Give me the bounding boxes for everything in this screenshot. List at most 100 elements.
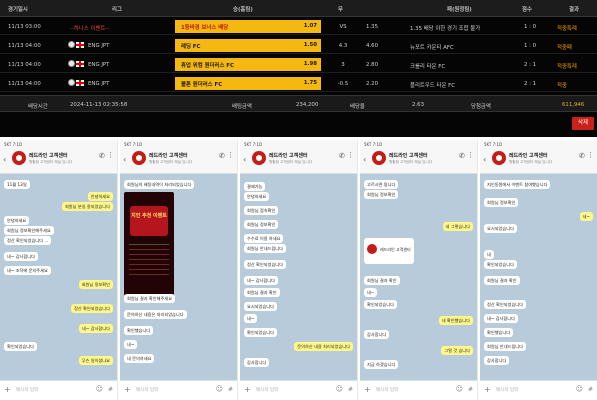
chat-screenshot: 5KT 7:1D ‹ 레드라인 고객센터 원할한 고객센터 채널 입니다 ✆ ⋮ 레드라인 … xyxy=(360,140,478,400)
phone-icon[interactable]: ✆ xyxy=(339,152,345,160)
message-input-bar: + 메시지 입력 ☺ # xyxy=(480,380,597,400)
menu-icon[interactable]: ⋮ xyxy=(347,151,354,159)
menu-icon[interactable]: ⋮ xyxy=(467,151,474,159)
bet-row: 11/13 04:00 ENG JPT 레딩 FC 1.50 4.3 4.60 뉴포트 카운… xyxy=(0,37,597,54)
message-bubble: 정산 확인되었습니다 xyxy=(244,260,287,270)
row-league: ENG JPT xyxy=(88,81,110,87)
message-bubble: 회원님 결과 확인 xyxy=(364,276,400,286)
status-bar-text: 5KT 7:1D xyxy=(484,142,503,147)
emoji-icon[interactable]: ☺ xyxy=(216,385,223,393)
message-list: 지인동원에서 이벤트 참여했습니다 회원님 정보확인 네~ 요시되었습니다 네 확인되었습… xyxy=(480,176,597,380)
message-input[interactable]: 메시지 입력 xyxy=(376,387,398,393)
header-date: 경기일시 xyxy=(8,7,28,13)
bet-amount-value: 234,200 xyxy=(296,102,319,108)
message-bubble: 회원님 결과 확인해주세요 xyxy=(124,294,176,304)
plus-icon[interactable]: + xyxy=(124,385,131,394)
message-bubble: 네~ 조작에 문의주세요 xyxy=(4,266,51,276)
plus-icon[interactable]: + xyxy=(484,385,491,394)
message-bubble: 감사합니다 xyxy=(244,358,270,368)
message-bubble: 네~ xyxy=(244,314,258,324)
flag-icon xyxy=(76,42,84,48)
home-selection[interactable]: 레딩 FC 1.50 xyxy=(175,39,321,52)
chat-title: 레드라인 고객센터 xyxy=(509,153,548,159)
hash-icon[interactable]: # xyxy=(108,386,113,393)
emoji-icon[interactable]: ☺ xyxy=(96,385,103,393)
message-bubble: 감사합니다 xyxy=(364,330,390,340)
avatar xyxy=(372,151,386,165)
back-arrow-icon[interactable]: ‹ xyxy=(483,155,486,164)
chat-subtitle: 원할한 고객센터 채널 입니다 xyxy=(149,160,193,164)
emoji-icon[interactable]: ☺ xyxy=(576,385,583,393)
chat-screenshot: 5KT 7:1D ‹ 레드라인 고객센터 원할한 고객센터 채널 입니다 ✆ ⋮ 지인동원에… xyxy=(480,140,597,400)
home-selection[interactable]: 1등바경 보너스 배당 1.07 xyxy=(175,20,321,33)
message-bubble: 고르시면 됩니다 xyxy=(364,180,399,190)
phone-icon[interactable]: ✆ xyxy=(99,152,105,160)
bet-row: 11/13 04:00 ENG JPT 휴업 위컴 원더러스 FC 1.98 3 2.80… xyxy=(0,56,597,73)
back-arrow-icon[interactable]: ‹ xyxy=(363,155,366,164)
avatar xyxy=(132,151,146,165)
england-flag-icon xyxy=(68,79,84,88)
message-input[interactable]: 메시지 입력 xyxy=(496,387,518,393)
bet-time-value: 2024-11-13 02:35:58 xyxy=(70,102,128,108)
row-league: ENG JPT xyxy=(88,43,110,49)
draw-value: VS xyxy=(339,24,347,30)
home-selection[interactable]: 볼튼 원더러스 FC 1.75 xyxy=(175,77,321,90)
message-input-bar: + 메시지 입력 ☺ # xyxy=(0,380,117,400)
message-bubble: 정산 확인되었습니다 xyxy=(484,300,527,310)
emoji-icon[interactable]: ☺ xyxy=(456,385,463,393)
home-selection[interactable]: 휴업 위컴 원더러스 FC 1.98 xyxy=(175,58,321,71)
soccer-ball-icon xyxy=(68,79,75,86)
message-bubble: 문의하신 내용은 처리되었습니다 xyxy=(124,310,187,320)
chat-screenshot: 5KT 7:1D ‹ 레드라인 고객센터 원할한 고객센터 채널 입니다 ✆ ⋮ 결제가능 안… xyxy=(240,140,358,400)
england-flag-icon xyxy=(68,60,84,69)
message-bubble: 회원님 정보확인 xyxy=(78,280,113,290)
hash-icon[interactable]: # xyxy=(228,386,233,393)
message-bubble: 네~ 감사합니다 xyxy=(244,276,278,286)
plus-icon[interactable]: + xyxy=(4,385,11,394)
delete-button[interactable]: 삭제 xyxy=(572,117,594,130)
row-date: 11/13 04:00 xyxy=(8,43,41,49)
event-poster-image: 지인 추천 이벤트 xyxy=(124,192,174,296)
screenshot-collage: 경기일시 리그 승(홈팀) 무 패(원정팀) 점수 결과 11/13 03:00… xyxy=(0,0,597,400)
menu-icon[interactable]: ⋮ xyxy=(107,151,114,159)
phone-icon[interactable]: ✆ xyxy=(459,152,465,160)
hash-icon[interactable]: # xyxy=(348,386,353,393)
message-bubble: 지금 하겠습니다 xyxy=(364,360,399,370)
poster-text: 지인 추천 이벤트 xyxy=(131,213,167,219)
phone-icon[interactable]: ✆ xyxy=(579,152,585,160)
menu-icon[interactable]: ⋮ xyxy=(587,151,594,159)
avatar xyxy=(492,151,506,165)
plus-icon[interactable]: + xyxy=(244,385,251,394)
odds-value: 2.63 xyxy=(412,102,425,108)
message-bubble: 회원님 정보확인해주세요 xyxy=(4,226,54,236)
bet-amount-label: 배팅금액 xyxy=(232,104,252,110)
hash-icon[interactable]: # xyxy=(468,386,473,393)
message-list: 결제가능 안녕하세요 회원님 접속확인 회원님 정보확인 수수료 이용 하세요 회원님 안… xyxy=(240,176,357,380)
menu-icon[interactable]: ⋮ xyxy=(227,151,234,159)
message-input[interactable]: 메시지 입력 xyxy=(256,387,278,393)
plus-icon[interactable]: + xyxy=(364,385,371,394)
message-bubble: 확인했습니다 xyxy=(124,326,154,336)
profile-card[interactable]: 레드라인 고객센터 xyxy=(364,238,414,264)
row-date: 11/13 04:00 xyxy=(8,81,41,87)
bet-slip-header: 경기일시 리그 승(홈팀) 무 패(원정팀) 점수 결과 xyxy=(0,0,597,17)
back-arrow-icon[interactable]: ‹ xyxy=(3,155,6,164)
header-result: 결과 xyxy=(569,7,579,13)
message-bubble: 네 확인했습니다 xyxy=(438,316,473,326)
message-bubble: 회원님 정보확인 xyxy=(484,198,519,208)
chat-subtitle: 원할한 고객센터 채널 입니다 xyxy=(29,160,73,164)
emoji-icon[interactable]: ☺ xyxy=(336,385,343,393)
away-odds: 4.60 xyxy=(366,43,379,49)
back-arrow-icon[interactable]: ‹ xyxy=(123,155,126,164)
message-bubble: 네~ 감사합니다 xyxy=(4,252,38,262)
profile-card-title: 레드라인 고객센터 xyxy=(380,247,411,252)
message-bubble: 정산 확인되었습니다 xyxy=(70,304,113,314)
flag-icon xyxy=(76,80,84,86)
home-team-name: 볼튼 원더러스 FC xyxy=(181,82,223,88)
message-input[interactable]: 메시지 입력 xyxy=(16,387,38,393)
win-amount-label: 당첨금액 xyxy=(471,104,491,110)
back-arrow-icon[interactable]: ‹ xyxy=(243,155,246,164)
message-input[interactable]: 메시지 입력 xyxy=(136,387,158,393)
hash-icon[interactable]: # xyxy=(588,386,593,393)
phone-icon[interactable]: ✆ xyxy=(219,152,225,160)
